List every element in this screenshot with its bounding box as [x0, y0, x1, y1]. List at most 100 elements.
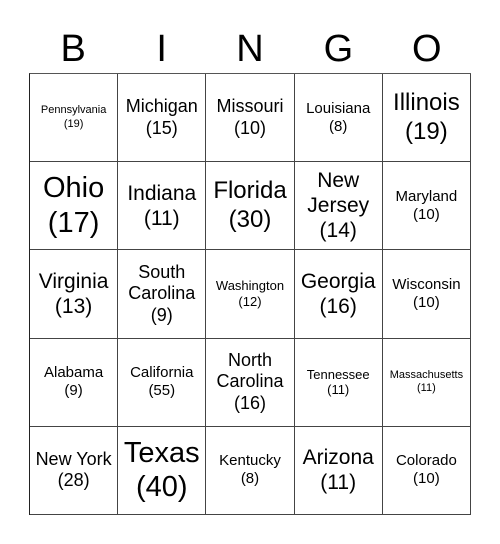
electoral-votes: (9) — [64, 382, 83, 400]
state-name: Colorado — [395, 452, 457, 470]
bingo-cell[interactable]: Ohio (17) — [30, 162, 119, 251]
state-name: Indiana — [127, 181, 197, 205]
header-letter-g: G — [323, 28, 354, 70]
state-name: Pennsylvania — [40, 104, 107, 117]
state-name: Missouri — [216, 96, 284, 116]
bingo-cell[interactable]: Florida (30) — [206, 162, 295, 251]
cell-content: Missouri (10) — [216, 96, 283, 139]
cell-content: New York (28) — [36, 449, 112, 492]
bingo-cell[interactable]: Massachusetts (11) — [382, 338, 471, 427]
header-letter-o: O — [412, 28, 442, 70]
electoral-votes: (16) — [319, 294, 357, 318]
cell-content: Arizona (11) — [303, 445, 374, 495]
header-letter-b: B — [60, 28, 86, 70]
bingo-cell[interactable]: Indiana (11) — [118, 162, 207, 251]
cell-content: Virginia (13) — [39, 269, 109, 319]
bingo-cell[interactable]: Colorado (10) — [382, 426, 471, 515]
electoral-votes: (55) — [148, 382, 176, 400]
bingo-cell[interactable]: Pennsylvania (19) — [30, 74, 119, 163]
bingo-cell[interactable]: Michigan (15) — [118, 74, 207, 163]
cell-content: Maryland (10) — [396, 188, 458, 224]
electoral-votes: (8) — [329, 117, 348, 135]
cell-content: South Carolina (9) — [120, 262, 203, 327]
bingo-cell[interactable]: Wisconsin (10) — [382, 250, 471, 339]
cell-content: Texas (40) — [124, 436, 200, 506]
state-name: New Jersey — [307, 169, 370, 218]
cell-content: North Carolina (16) — [208, 350, 291, 415]
bingo-cell[interactable]: Illinois (19) — [382, 74, 471, 163]
electoral-votes: (10) — [413, 470, 440, 488]
bingo-cell[interactable]: South Carolina (9) — [118, 250, 207, 339]
electoral-votes: (11) — [320, 471, 357, 495]
state-name: Kentucky — [219, 452, 281, 470]
bingo-cell[interactable]: California (55) — [118, 338, 207, 427]
state-name: Virginia — [38, 269, 109, 293]
state-name: Wisconsin — [392, 275, 461, 293]
state-name: Georgia — [300, 269, 376, 293]
state-name: Ohio — [42, 171, 105, 204]
electoral-votes: (19) — [63, 117, 84, 130]
bingo-cell[interactable]: Washington (12) — [206, 250, 295, 339]
cell-content: Washington (12) — [216, 278, 284, 309]
bingo-cell[interactable]: Maryland (10) — [382, 162, 471, 251]
cell-content: Ohio (17) — [43, 171, 104, 241]
cell-content: Florida (30) — [213, 177, 286, 235]
electoral-votes: (11) — [417, 382, 436, 395]
bingo-cell[interactable]: North Carolina (16) — [206, 338, 295, 427]
bingo-cell[interactable]: Georgia (16) — [294, 250, 383, 339]
cell-content: Louisiana (8) — [306, 100, 370, 136]
bingo-cell[interactable]: Tennessee (11) — [294, 338, 383, 427]
cell-content: New Jersey (14) — [297, 168, 380, 244]
electoral-votes: (16) — [233, 392, 266, 413]
state-name: Florida — [213, 176, 287, 204]
electoral-votes: (13) — [54, 294, 93, 318]
electoral-votes: (15) — [145, 117, 178, 138]
bingo-card-grid: Pennsylvania (19) Michigan (15) Missouri (10)… — [29, 73, 471, 515]
cell-content: Georgia (16) — [301, 269, 376, 319]
electoral-votes: (14) — [319, 219, 357, 243]
cell-content: Alabama (9) — [44, 364, 103, 400]
electoral-votes: (9) — [150, 304, 173, 325]
cell-content: Tennessee (11) — [307, 367, 370, 398]
cell-content: California (55) — [130, 364, 193, 400]
state-name: California — [130, 364, 194, 382]
bingo-cell[interactable]: Kentucky (8) — [206, 426, 295, 515]
cell-content: Colorado (10) — [396, 452, 457, 488]
bingo-cell[interactable]: Arizona (11) — [294, 426, 383, 515]
bingo-header: B I N G O — [29, 26, 471, 72]
state-name: Washington — [215, 278, 285, 294]
electoral-votes: (19) — [405, 117, 448, 145]
header-letter-n: N — [236, 28, 264, 70]
bingo-cell[interactable]: Virginia (13) — [30, 250, 119, 339]
state-name: Louisiana — [306, 99, 371, 117]
cell-content: Massachusetts (11) — [390, 369, 463, 395]
electoral-votes: (11) — [327, 382, 350, 398]
state-name: Illinois — [393, 88, 460, 116]
state-name: Massachusetts — [389, 369, 464, 381]
bingo-cell[interactable]: Texas (40) — [118, 426, 207, 515]
electoral-votes: (30) — [228, 205, 272, 233]
cell-content: Wisconsin (10) — [392, 276, 460, 312]
bingo-cell[interactable]: Alabama (9) — [30, 338, 119, 427]
electoral-votes: (10) — [413, 293, 440, 311]
state-name: Texas — [123, 436, 200, 469]
state-name: Michigan — [125, 96, 198, 116]
state-name: Alabama — [43, 364, 104, 382]
bingo-cell[interactable]: New York (28) — [30, 426, 119, 515]
state-name: Tennessee — [306, 366, 370, 382]
cell-content: Indiana (11) — [127, 181, 196, 231]
electoral-votes: (28) — [57, 470, 90, 491]
state-name: South Carolina — [128, 261, 196, 304]
bingo-cell[interactable]: Missouri (10) — [206, 74, 295, 163]
cell-content: Illinois (19) — [393, 89, 460, 147]
electoral-votes: (17) — [47, 206, 100, 239]
electoral-votes: (10) — [233, 117, 266, 138]
state-name: Maryland — [395, 187, 458, 205]
state-name: Arizona — [302, 446, 374, 470]
electoral-votes: (10) — [413, 205, 440, 223]
electoral-votes: (40) — [136, 471, 188, 504]
electoral-votes: (11) — [143, 206, 180, 230]
bingo-cell[interactable]: New Jersey (14) — [294, 162, 383, 251]
electoral-votes: (12) — [238, 293, 262, 309]
bingo-cell[interactable]: Louisiana (8) — [294, 74, 383, 163]
